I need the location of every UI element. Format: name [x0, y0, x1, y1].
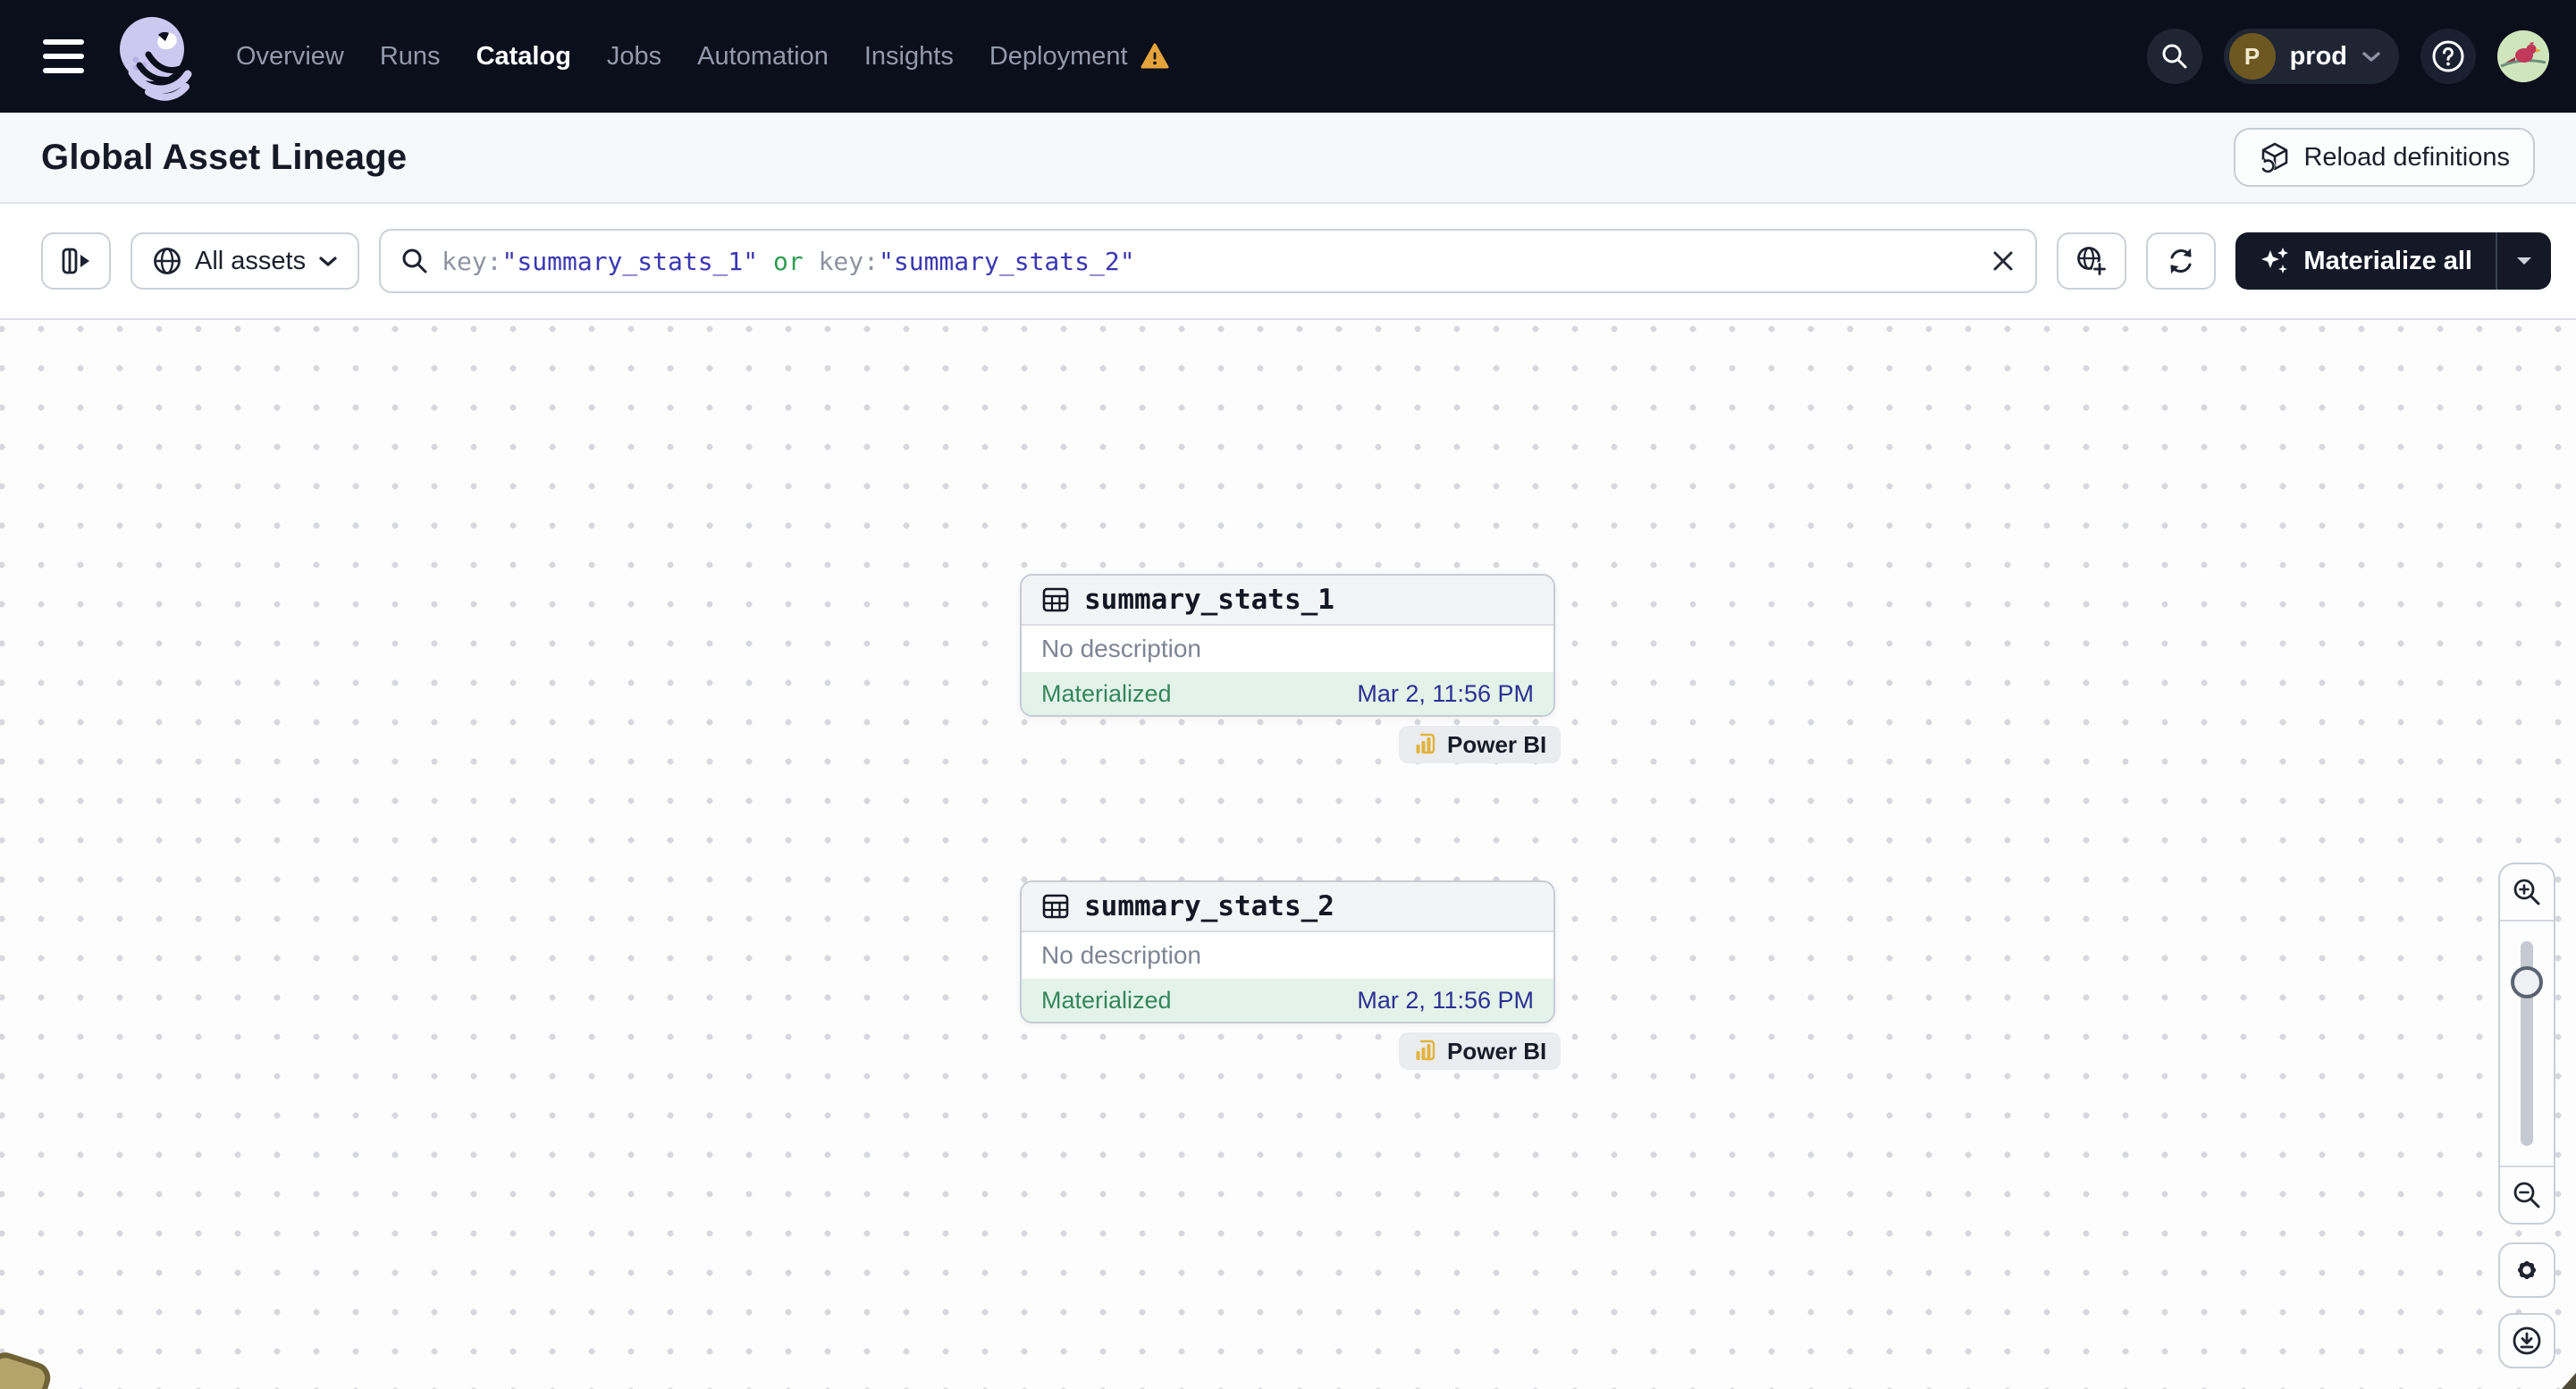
page-title: Global Asset Lineage [41, 137, 408, 177]
zoom-in-button[interactable] [2500, 864, 2554, 920]
clear-search-icon[interactable] [1991, 248, 2016, 274]
nav-item-automation[interactable]: Automation [697, 42, 829, 72]
chevron-down-icon [318, 256, 338, 267]
materialization-timestamp[interactable]: Mar 2, 11:56 PM [1357, 680, 1534, 708]
download-graph-button[interactable] [2498, 1313, 2555, 1368]
search-query-text: key:"summary_stats_1" or key:"summary_st… [442, 246, 1135, 276]
asset-node-summary-stats-2[interactable]: summary_stats_2 No description Materiali… [1020, 880, 1555, 1023]
materialize-all-label: Materialize all [2303, 246, 2472, 275]
asset-description: No description [1041, 941, 1201, 969]
status-badge: Materialized [1041, 679, 1172, 707]
asset-filter-label: All assets [195, 246, 307, 275]
nav-item-insights[interactable]: Insights [864, 42, 954, 72]
status-badge: Materialized [1041, 986, 1172, 1014]
integration-tag-power-bi[interactable]: Power BI [1399, 726, 1562, 763]
nav-item-runs[interactable]: Runs [380, 42, 441, 72]
asset-name: summary_stats_1 [1084, 584, 1334, 616]
lineage-canvas[interactable]: summary_stats_1 No description Materiali… [0, 322, 2576, 1389]
power-bi-icon [1413, 1039, 1438, 1064]
globe-plus-button[interactable] [2057, 232, 2127, 290]
top-nav-bar: Overview Runs Catalog Jobs Automation In… [0, 0, 2576, 113]
zoom-slider-thumb[interactable] [2511, 966, 2543, 998]
refresh-button[interactable] [2146, 232, 2217, 290]
materialize-options-button[interactable] [2496, 232, 2551, 290]
search-icon [400, 247, 429, 275]
gear-icon [2511, 1254, 2543, 1286]
user-avatar[interactable] [2497, 30, 2549, 82]
nav-item-catalog[interactable]: Catalog [476, 42, 571, 72]
table-icon [1041, 892, 1070, 921]
search-icon [2160, 42, 2189, 71]
global-search-button[interactable] [2146, 29, 2202, 84]
zoom-out-icon [2512, 1180, 2542, 1210]
corner-artwork-left [0, 1348, 55, 1389]
asset-description: No description [1041, 635, 1201, 662]
materialize-split-button: Materialize all [2235, 232, 2551, 290]
materialize-all-button[interactable]: Materialize all [2235, 232, 2496, 290]
zoom-in-icon [2512, 877, 2542, 907]
zoom-controls [2498, 863, 2555, 1225]
power-bi-icon [1413, 732, 1438, 757]
table-icon [1041, 585, 1070, 614]
zoom-slider[interactable] [2500, 920, 2554, 1167]
primary-nav: Overview Runs Catalog Jobs Automation In… [236, 42, 1169, 72]
help-icon [2430, 38, 2466, 74]
cube-refresh-icon [2259, 141, 2291, 173]
caret-down-icon [2515, 256, 2533, 266]
materialization-timestamp[interactable]: Mar 2, 11:56 PM [1357, 987, 1534, 1014]
deployment-name: prod [2289, 41, 2347, 71]
sparkles-icon [2259, 245, 2291, 277]
expand-panel-icon [60, 245, 92, 277]
asset-node-header: summary_stats_1 [1022, 576, 1553, 626]
zoom-out-button[interactable] [2500, 1167, 2554, 1223]
corner-artwork-right [2562, 1373, 2576, 1389]
asset-status-row: Materialized Mar 2, 11:56 PM [1022, 979, 1553, 1022]
nav-item-jobs[interactable]: Jobs [607, 42, 661, 72]
asset-status-row: Materialized Mar 2, 11:56 PM [1022, 672, 1553, 715]
asset-node-header: summary_stats_2 [1022, 882, 1553, 932]
asset-node-summary-stats-1[interactable]: summary_stats_1 No description Materiali… [1020, 574, 1555, 717]
chevron-down-icon [2361, 51, 2381, 63]
nav-right-cluster: P prod [2146, 29, 2549, 84]
menu-button[interactable] [43, 39, 84, 73]
lineage-toolbar: All assets key:"summary_stats_1" or key:… [0, 204, 2576, 320]
reload-definitions-label: Reload definitions [2303, 142, 2510, 172]
asset-name: summary_stats_2 [1084, 890, 1334, 922]
globe-icon [152, 246, 182, 276]
refresh-icon [2165, 245, 2197, 277]
asset-filter-button[interactable]: All assets [130, 232, 360, 290]
download-circle-icon [2511, 1325, 2543, 1357]
nav-item-deployment[interactable]: Deployment [989, 42, 1169, 72]
deployment-switcher[interactable]: P prod [2223, 29, 2399, 84]
expand-panel-button[interactable] [41, 232, 111, 290]
graph-settings-button[interactable] [2498, 1242, 2555, 1298]
dagster-logo-icon[interactable] [114, 12, 197, 101]
integration-tag-label: Power BI [1447, 730, 1547, 758]
integration-tag-power-bi[interactable]: Power BI [1399, 1032, 1562, 1070]
deployment-avatar: P [2228, 33, 2276, 80]
help-button[interactable] [2420, 29, 2476, 84]
deployment-warning-icon [1141, 43, 1169, 70]
asset-search-input[interactable]: key:"summary_stats_1" or key:"summary_st… [379, 229, 2038, 293]
nav-item-overview[interactable]: Overview [236, 42, 344, 72]
page-header: Global Asset Lineage Reload definitions [0, 113, 2576, 204]
reload-definitions-button[interactable]: Reload definitions [2234, 128, 2535, 187]
integration-tag-label: Power BI [1447, 1037, 1547, 1065]
globe-plus-icon [2075, 245, 2108, 277]
